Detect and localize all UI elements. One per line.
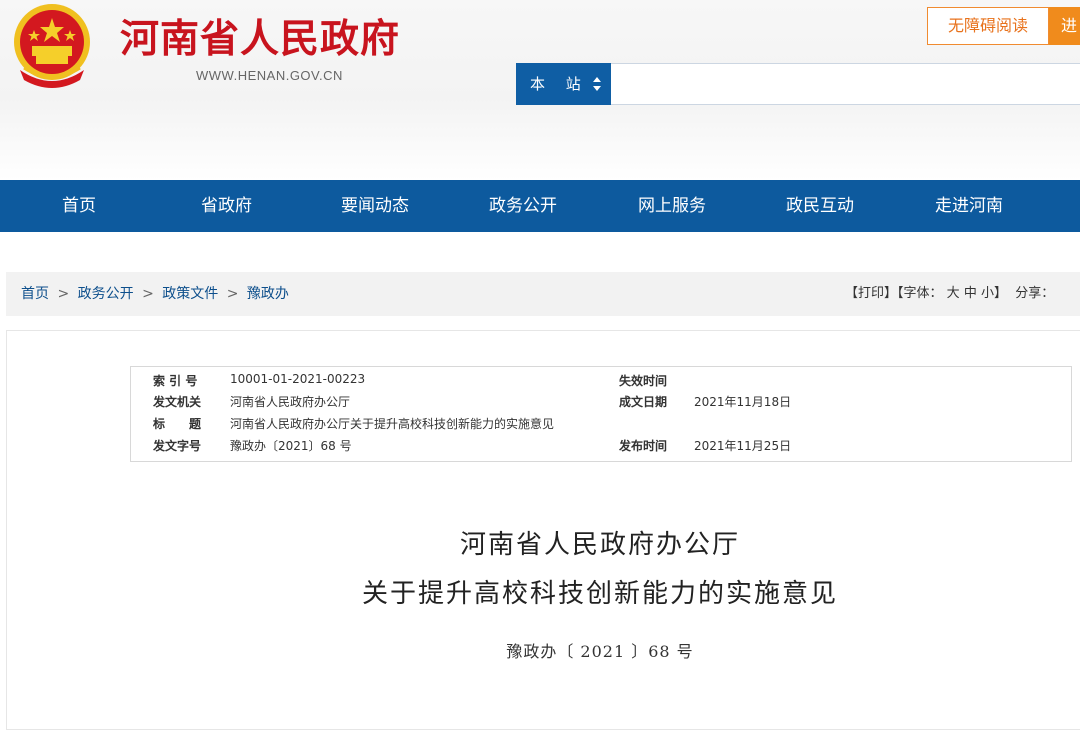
search-scope-select[interactable]: 本 站 — [516, 63, 611, 105]
publish-time-label: 发布时间 — [619, 439, 668, 453]
breadcrumb-separator: > — [57, 286, 70, 302]
written-date-label: 成文日期 — [619, 395, 668, 409]
document-number: 豫政办〔 2021 〕68 号 — [506, 642, 694, 661]
breadcrumb-home[interactable]: 首页 — [21, 286, 49, 302]
breadcrumb-separator: > — [226, 286, 239, 302]
font-size-suffix: 】 — [994, 286, 1008, 301]
national-emblem-icon[interactable] — [6, 0, 98, 92]
nav-item-about-henan[interactable]: 走进河南 — [935, 180, 1003, 232]
accessibility-reading-button[interactable]: 无障碍阅读 — [927, 7, 1049, 45]
print-button[interactable]: 【打印】 — [845, 286, 897, 301]
breadcrumb-government-affairs[interactable]: 政务公开 — [78, 286, 134, 302]
page-tools: 【打印】【字体： 大 中 小】 分享： — [845, 272, 1054, 316]
search-scope-label: 本 站 — [530, 75, 589, 93]
breadcrumb-yuzhengban[interactable]: 豫政办 — [247, 286, 289, 302]
enter-button[interactable]: 进 — [1049, 7, 1080, 45]
site-header: 河南省人民政府 WWW.HENAN.GOV.CN 无障碍阅读 进 本 站 — [0, 0, 1080, 180]
font-size-prefix: 【字体： — [897, 286, 943, 301]
font-large-button[interactable]: 大 — [947, 286, 960, 301]
breadcrumb-separator: > — [142, 286, 154, 302]
index-number-label: 索 引 号 — [153, 374, 198, 388]
search-input[interactable] — [611, 63, 1080, 105]
document-metadata-table: 索 引 号 10001-01-2021-00223 失效时间 发文机关 河南省人… — [130, 366, 1072, 462]
index-number-value: 10001-01-2021-00223 — [230, 372, 366, 386]
nav-item-news[interactable]: 要闻动态 — [341, 180, 409, 232]
site-url: WWW.HENAN.GOV.CN — [196, 68, 343, 83]
title-value: 河南省人民政府办公厅关于提升高校科技创新能力的实施意见 — [230, 417, 555, 431]
issuer-label: 发文机关 — [153, 395, 202, 409]
breadcrumb: 首页 > 政务公开 > 政策文件 > 豫政办 — [21, 272, 289, 316]
publish-time-value: 2021年11月25日 — [694, 439, 792, 453]
main-navigation: 首页 省政府 要闻动态 政务公开 网上服务 政民互动 走进河南 — [0, 180, 1080, 232]
breadcrumb-policy-documents[interactable]: 政策文件 — [162, 286, 218, 302]
nav-item-home[interactable]: 首页 — [62, 180, 96, 232]
title-label: 标 题 — [153, 417, 202, 431]
nav-item-provincial-government[interactable]: 省政府 — [201, 180, 252, 232]
nav-item-interaction[interactable]: 政民互动 — [786, 180, 854, 232]
font-small-button[interactable]: 小 — [981, 286, 994, 301]
breadcrumb-bar: 首页 > 政务公开 > 政策文件 > 豫政办 【打印】【字体： 大 中 小】 分… — [6, 272, 1080, 316]
share-label[interactable]: 分享： — [1015, 286, 1054, 301]
font-medium-button[interactable]: 中 — [964, 286, 977, 301]
expire-time-label: 失效时间 — [619, 374, 668, 388]
issuer-value: 河南省人民政府办公厅 — [230, 395, 351, 409]
document-title-line-2: 关于提升高校科技创新能力的实施意见 — [361, 579, 838, 609]
site-title[interactable]: 河南省人民政府 — [120, 8, 400, 64]
sort-arrows-icon — [593, 77, 601, 91]
document-number-value: 豫政办〔2021〕68 号 — [230, 439, 352, 453]
document-number-label: 发文字号 — [153, 439, 202, 453]
written-date-value: 2021年11月18日 — [694, 395, 792, 409]
nav-item-online-services[interactable]: 网上服务 — [638, 180, 706, 232]
nav-item-government-affairs[interactable]: 政务公开 — [489, 180, 557, 232]
document-title-line-1: 河南省人民政府办公厅 — [459, 530, 740, 560]
